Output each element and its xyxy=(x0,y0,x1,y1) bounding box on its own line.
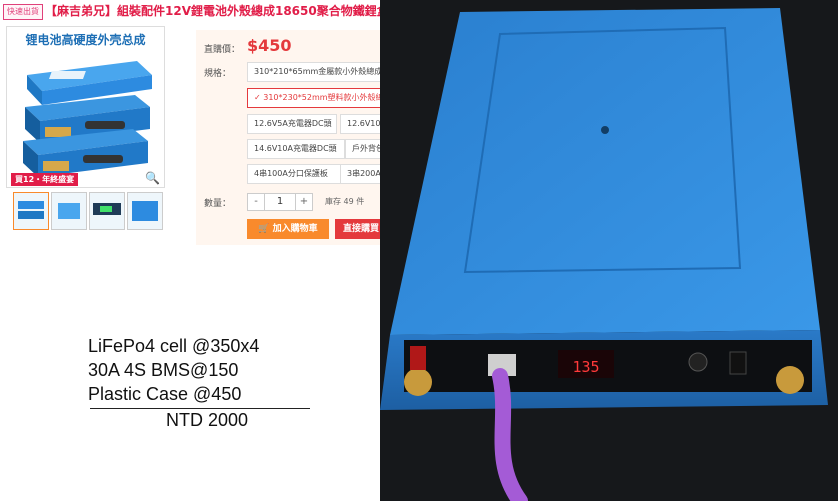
battery-box-photo: 135 xyxy=(380,0,838,501)
voltage-display: 135 xyxy=(572,358,599,376)
sum-divider xyxy=(90,408,310,409)
stock-count: 庫存 49 件 xyxy=(325,197,365,206)
option-charger-10a[interactable]: 12.6V10A xyxy=(340,114,380,134)
promo-label: 買12・年終盛宴 xyxy=(11,173,79,186)
quantity-stepper: - 1 + xyxy=(247,193,313,211)
note-line-case: Plastic Case @450 xyxy=(88,384,242,404)
option-bms-3s[interactable]: 3串200A同 xyxy=(340,164,380,184)
option-metal-case[interactable]: 310*210*65mm金屬款小外殼總成 xyxy=(247,62,380,82)
option-plastic-case[interactable]: ✓ 310*230*52mm塑料款小外殼總成 xyxy=(247,88,380,108)
option-charger-14v[interactable]: 14.6V10A充電器DC頭 xyxy=(247,139,345,159)
product-main-image[interactable]: 锂电池高硬度外壳总成 買12・年終盛宴 🔍 xyxy=(6,26,165,188)
spec-label: 規格： xyxy=(204,69,232,79)
note-total: NTD 2000 xyxy=(166,410,249,430)
qty-label: 數量： xyxy=(204,199,232,209)
add-to-cart-label: 加入購物車 xyxy=(272,224,318,234)
qty-minus-button[interactable]: - xyxy=(248,194,264,210)
thumbnail-3[interactable] xyxy=(89,192,125,230)
note-line-bms: 30A 4S BMS@150 xyxy=(88,360,239,380)
qty-input[interactable]: 1 xyxy=(264,194,296,210)
thumbnail-1[interactable] xyxy=(13,192,49,230)
qty-plus-button[interactable]: + xyxy=(296,194,312,210)
thumbnail-2[interactable] xyxy=(51,192,87,230)
add-to-cart-button[interactable]: 🛒 加入購物車 xyxy=(247,219,329,239)
fast-ship-badge: 快速出貨 xyxy=(3,4,43,20)
title-bar: 快速出貨 【麻吉弟兄】組裝配件12V鋰電池外殼總成18650聚合物鐵鋰盒子合 xyxy=(0,0,380,22)
battery-case-stack-image xyxy=(23,61,152,177)
option-charger-5a[interactable]: 12.6V5A充電器DC頭 xyxy=(247,114,337,134)
product-title[interactable]: 【麻吉弟兄】組裝配件12V鋰電池外殼總成18650聚合物鐵鋰盒子合 xyxy=(45,3,380,19)
price-label: 直購價： xyxy=(204,45,241,55)
buy-now-label: 直接購買 xyxy=(343,224,380,234)
option-bms-4s[interactable]: 4串100A分口保護板 xyxy=(247,164,341,184)
zoom-icon[interactable]: 🔍 xyxy=(145,171,160,185)
battery-box-illustration: 135 xyxy=(380,0,838,501)
thumbnail-4[interactable] xyxy=(127,192,163,230)
buy-now-button[interactable]: 直接購買 xyxy=(335,219,380,239)
image-caption: 锂电池高硬度外壳总成 xyxy=(25,33,146,47)
cart-icon: 🛒 xyxy=(258,224,273,234)
option-outdoor-pack[interactable]: 戶外背包 xyxy=(345,139,380,159)
note-line-cells: LiFePo4 cell @350x4 xyxy=(88,336,260,356)
product-listing: 快速出貨 【麻吉弟兄】組裝配件12V鋰電池外殼總成18650聚合物鐵鋰盒子合 锂… xyxy=(0,0,380,250)
price-value: $450 xyxy=(247,36,292,55)
